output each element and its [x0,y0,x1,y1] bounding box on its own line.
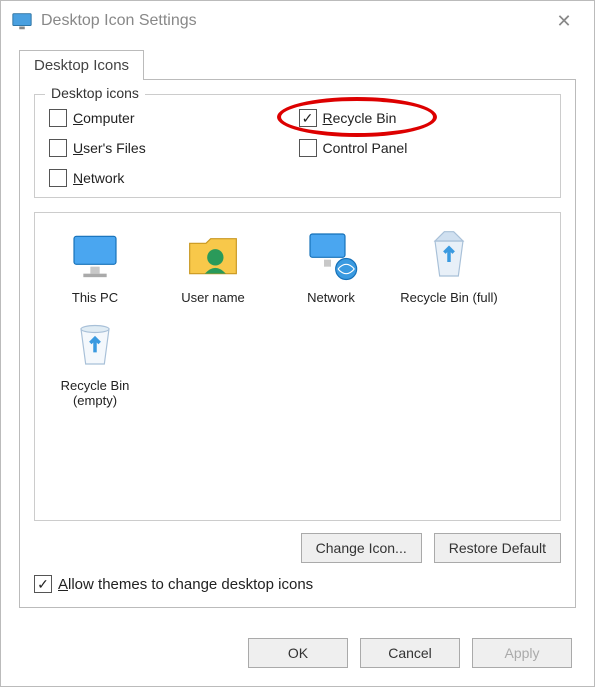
fieldset-desktop-icons: Desktop icons Computer ✓ Recycle Bin Use… [34,94,561,198]
dialog-window: Desktop Icon Settings ✕ Desktop Icons De… [0,0,595,687]
cancel-button[interactable]: Cancel [360,638,460,668]
icon-recycle-bin-full[interactable]: Recycle Bin (full) [399,227,499,305]
checkbox-icon: ✓ [34,575,52,593]
fieldset-legend: Desktop icons [45,85,145,101]
checkbox-allow-themes[interactable]: ✓ Allow themes to change desktop icons [34,575,561,593]
icon-network[interactable]: Network [281,227,381,305]
tab-strip: Desktop Icons [19,49,576,79]
tab-body: Desktop icons Computer ✓ Recycle Bin Use… [19,79,576,608]
checkbox-icon [49,109,67,127]
change-icon-button[interactable]: Change Icon... [301,533,422,563]
checkbox-users-files[interactable]: User's Files [49,139,297,157]
checkbox-icon [49,139,67,157]
icon-button-row: Change Icon... Restore Default [34,533,561,563]
checkbox-control-panel[interactable]: Control Panel [299,139,547,157]
network-icon [303,227,359,283]
checkbox-icon [299,139,317,157]
icon-list-box: This PC User name Network Recycle Bin (f… [34,212,561,521]
monitor-icon [67,227,123,283]
desktop-icon [11,10,33,32]
user-folder-icon [185,227,241,283]
ok-button[interactable]: OK [248,638,348,668]
icon-user-name[interactable]: User name [163,227,263,305]
dialog-button-row: OK Cancel Apply [1,626,594,686]
title-text: Desktop Icon Settings [41,12,544,30]
close-icon[interactable]: ✕ [544,11,584,32]
recycle-bin-empty-icon [67,315,123,371]
restore-default-button[interactable]: Restore Default [434,533,561,563]
checkbox-network[interactable]: Network [49,169,297,187]
checkbox-recycle-bin[interactable]: ✓ Recycle Bin [299,109,547,127]
apply-button[interactable]: Apply [472,638,572,668]
icon-recycle-bin-empty[interactable]: Recycle Bin (empty) [45,315,145,408]
tab-desktop-icons[interactable]: Desktop Icons [19,50,144,80]
icon-this-pc[interactable]: This PC [45,227,145,305]
recycle-bin-full-icon [421,227,477,283]
checkbox-icon [49,169,67,187]
checkbox-computer[interactable]: Computer [49,109,297,127]
content-area: Desktop Icons Desktop icons Computer ✓ R… [1,41,594,626]
checkbox-icon: ✓ [299,109,317,127]
title-bar: Desktop Icon Settings ✕ [1,1,594,41]
